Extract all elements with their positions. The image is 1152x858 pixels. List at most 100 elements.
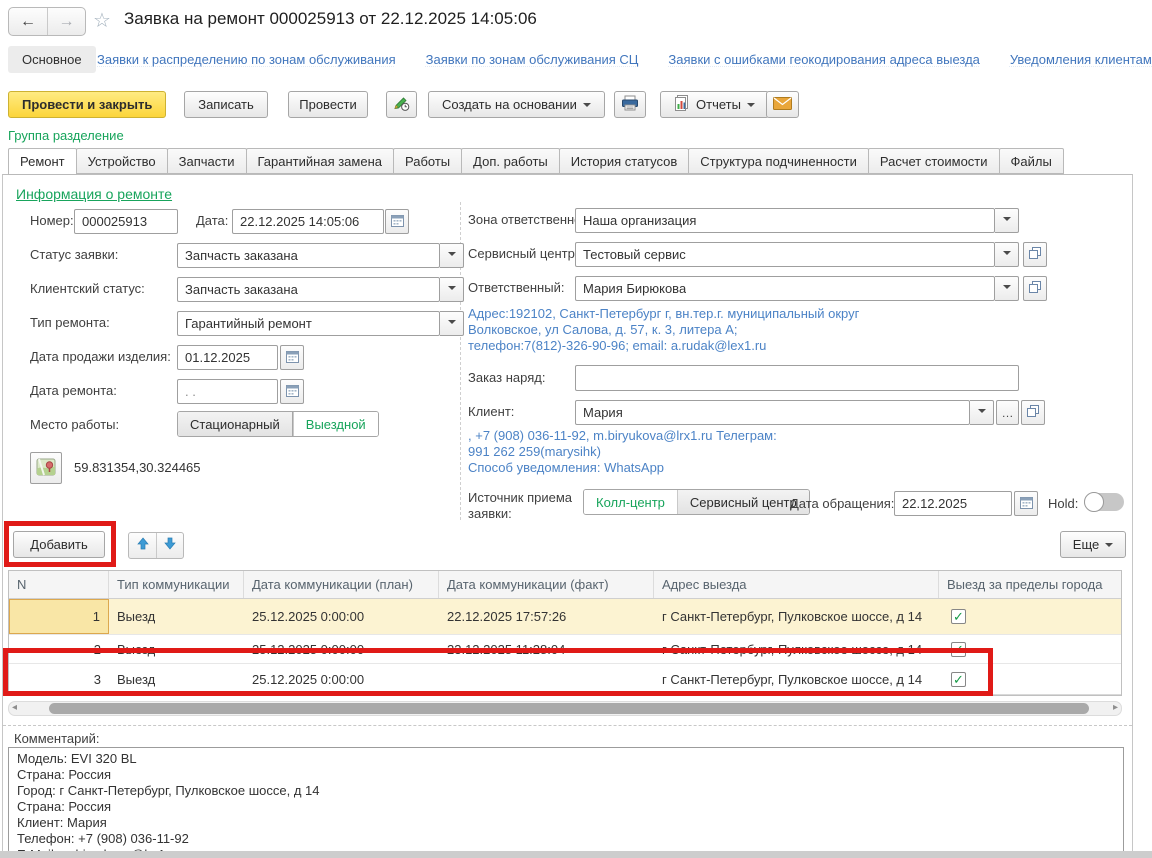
- column-header-n[interactable]: N: [9, 571, 109, 598]
- map-button[interactable]: [30, 452, 62, 484]
- window-bottom-strip: [0, 851, 1152, 858]
- email-button[interactable]: [766, 91, 799, 118]
- service-center-open-button[interactable]: [1023, 242, 1047, 267]
- responsible-label: Ответственный:: [468, 280, 564, 295]
- repair-date-calendar-button[interactable]: [280, 379, 304, 404]
- envelope-icon: [773, 97, 792, 113]
- work-order-input[interactable]: [575, 365, 1019, 391]
- tab-additional-works[interactable]: Доп. работы: [461, 148, 560, 174]
- source-option-call-center[interactable]: Колл-центр: [584, 490, 677, 514]
- responsibility-zone-dropdown-button[interactable]: [995, 208, 1019, 233]
- create-based-on-button[interactable]: Создать на основании: [428, 91, 605, 118]
- client-status-select[interactable]: Запчасть заказана: [177, 277, 440, 302]
- repair-type-select[interactable]: Гарантийный ремонт: [177, 311, 440, 336]
- tab-main[interactable]: Основное: [8, 46, 96, 73]
- checkbox-checked-icon[interactable]: ✓: [951, 609, 966, 624]
- service-center-address-link[interactable]: Адрес:192102, Санкт-Петербург г, вн.тер.…: [468, 306, 859, 354]
- date-calendar-button[interactable]: [385, 209, 409, 234]
- responsible-dropdown-button[interactable]: [995, 276, 1019, 301]
- sale-date-input[interactable]: 01.12.2025: [177, 345, 278, 370]
- tab-files[interactable]: Файлы: [999, 148, 1064, 174]
- repair-date-input[interactable]: . .: [177, 379, 278, 404]
- tab-spare-parts[interactable]: Запчасти: [167, 148, 247, 174]
- number-input[interactable]: 000025913: [74, 209, 178, 234]
- calendar-icon: [286, 350, 299, 366]
- hold-toggle[interactable]: [1084, 493, 1124, 511]
- client-contacts-link[interactable]: , +7 (908) 036-11-92, m.biryukova@lrx1.r…: [468, 428, 777, 476]
- request-status-select[interactable]: Запчасть заказана: [177, 243, 440, 268]
- link-requests-by-zones[interactable]: Заявки по зонам обслуживания СЦ: [426, 52, 639, 67]
- scrollbar-thumb[interactable]: [49, 703, 1089, 714]
- responsible-open-button[interactable]: [1023, 276, 1047, 301]
- tab-warranty-replacement[interactable]: Гарантийная замена: [246, 148, 394, 174]
- forward-button[interactable]: →: [47, 8, 85, 35]
- request-date-calendar-button[interactable]: [1014, 491, 1038, 516]
- source-label-line2: заявки:: [468, 506, 512, 521]
- tab-works[interactable]: Работы: [393, 148, 462, 174]
- chevron-down-icon: [1003, 251, 1011, 259]
- add-row-button[interactable]: Добавить: [13, 531, 105, 558]
- history-nav-group: ← →: [8, 7, 86, 36]
- tab-cost-calculation[interactable]: Расчет стоимости: [868, 148, 1000, 174]
- tab-device[interactable]: Устройство: [76, 148, 168, 174]
- work-place-option-onsite[interactable]: Выездной: [293, 412, 378, 436]
- date-input[interactable]: 22.12.2025 14:05:06: [232, 209, 384, 234]
- responsibility-zone-select[interactable]: Наша организация: [575, 208, 995, 233]
- repair-type-label: Тип ремонта:: [30, 315, 110, 330]
- link-geocoding-errors[interactable]: Заявки с ошибками геокодирования адреса …: [668, 52, 979, 67]
- table-horizontal-scrollbar[interactable]: ◂ ▸: [8, 701, 1122, 716]
- table-row[interactable]: 2 Выезд 25.12.2025 0:00:00 23.12.2025 11…: [9, 635, 1121, 664]
- section-splitter[interactable]: [3, 725, 1132, 726]
- more-button[interactable]: Еще: [1060, 531, 1126, 558]
- column-header-fact-date[interactable]: Дата коммуникации (факт): [439, 571, 654, 598]
- service-center-select[interactable]: Тестовый сервис: [575, 242, 995, 267]
- move-row-up-button[interactable]: [129, 533, 156, 558]
- post-button[interactable]: Провести: [288, 91, 368, 118]
- service-center-dropdown-button[interactable]: [995, 242, 1019, 267]
- request-status-label: Статус заявки:: [30, 247, 118, 262]
- sale-date-calendar-button[interactable]: [280, 345, 304, 370]
- tab-repair[interactable]: Ремонт: [8, 148, 77, 175]
- repair-type-dropdown-button[interactable]: [440, 311, 464, 336]
- document-tabs: Ремонт Устройство Запчасти Гарантийная з…: [8, 148, 1063, 175]
- back-button[interactable]: ←: [9, 8, 47, 35]
- calendar-icon: [391, 214, 404, 230]
- request-date-input[interactable]: 22.12.2025: [894, 491, 1012, 516]
- scroll-right-icon[interactable]: ▸: [1113, 702, 1118, 713]
- table-row[interactable]: 1 Выезд 25.12.2025 0:00:00 22.12.2025 17…: [9, 599, 1121, 635]
- reports-button[interactable]: Отчеты: [660, 91, 769, 118]
- work-place-option-stationary[interactable]: Стационарный: [178, 412, 293, 436]
- client-select[interactable]: Мария: [575, 400, 970, 425]
- client-status-dropdown-button[interactable]: [440, 277, 464, 302]
- client-dropdown-button[interactable]: [970, 400, 994, 425]
- group-separation-link[interactable]: Группа разделение: [8, 128, 124, 143]
- repair-info-section-title[interactable]: Информация о ремонте: [16, 186, 172, 202]
- client-choose-button[interactable]: …: [996, 400, 1019, 425]
- client-open-button[interactable]: [1021, 400, 1045, 425]
- post-and-close-button[interactable]: Провести и закрыть: [8, 91, 166, 118]
- scroll-left-icon[interactable]: ◂: [12, 702, 17, 713]
- source-option-service-center[interactable]: Сервисный центр: [677, 490, 809, 514]
- responsible-select[interactable]: Мария Бирюкова: [575, 276, 995, 301]
- checkbox-checked-icon[interactable]: ✓: [951, 672, 966, 687]
- link-client-notifications[interactable]: Уведомления клиентам о изм: [1010, 52, 1152, 67]
- chevron-down-icon: [747, 103, 755, 111]
- checkbox-checked-icon[interactable]: ✓: [951, 642, 966, 657]
- table-row[interactable]: 3 Выезд 25.12.2025 0:00:00 г Санкт-Петер…: [9, 664, 1121, 695]
- request-status-dropdown-button[interactable]: [440, 243, 464, 268]
- column-header-address[interactable]: Адрес выезда: [654, 571, 939, 598]
- tab-status-history[interactable]: История статусов: [559, 148, 690, 174]
- print-button[interactable]: [614, 91, 646, 118]
- column-header-plan-date[interactable]: Дата коммуникации (план): [244, 571, 439, 598]
- hold-toggle-knob: [1084, 492, 1104, 512]
- column-header-type[interactable]: Тип коммуникации: [109, 571, 244, 598]
- column-header-out-of-town[interactable]: Выезд за пределы города: [939, 571, 1121, 598]
- link-requests-distribution[interactable]: Заявки к распределению по зонам обслужив…: [97, 52, 396, 67]
- favorite-star-icon[interactable]: ☆: [93, 8, 111, 33]
- tab-subordination-structure[interactable]: Структура подчиненности: [688, 148, 869, 174]
- open-in-new-icon: [1029, 247, 1041, 262]
- write-button[interactable]: Записать: [184, 91, 268, 118]
- change-status-button[interactable]: [386, 91, 417, 118]
- move-row-down-button[interactable]: [156, 533, 183, 558]
- comment-textarea[interactable]: Модель: EVI 320 BL Страна: Россия Город:…: [8, 747, 1124, 852]
